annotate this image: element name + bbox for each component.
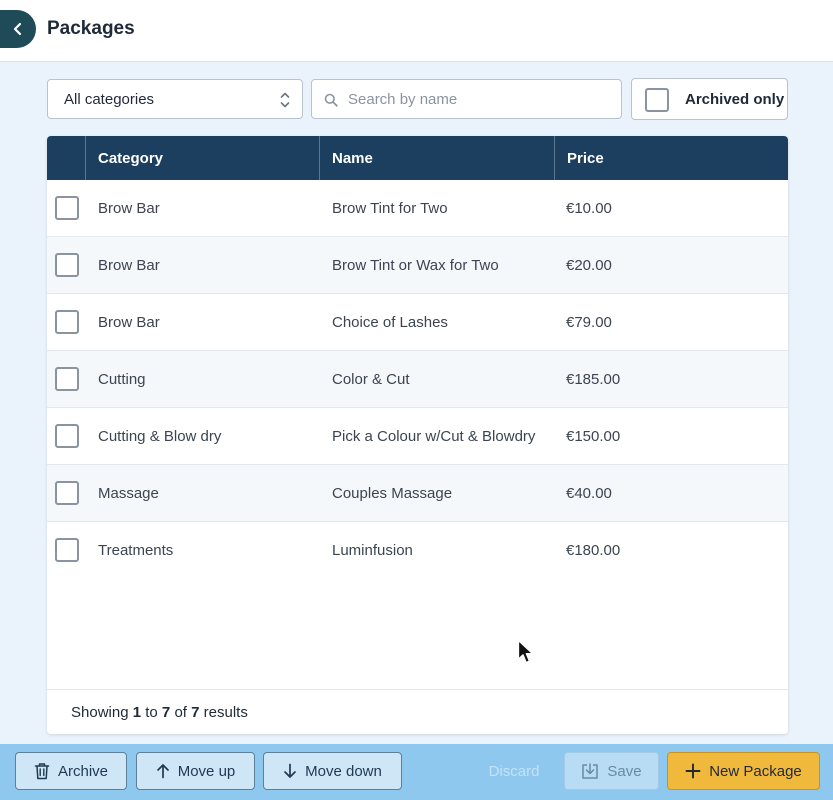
table-row[interactable]: Cutting Color & Cut €185.00	[47, 351, 788, 408]
archived-only-checkbox[interactable]	[645, 88, 669, 112]
row-checkbox[interactable]	[55, 310, 79, 334]
archived-only-label: Archived only	[685, 91, 785, 108]
save-button-label: Save	[607, 762, 642, 780]
row-checkbox[interactable]	[55, 367, 79, 391]
arrow-up-icon	[156, 764, 169, 779]
cell-name: Couples Massage	[332, 484, 453, 502]
cell-category: Cutting	[98, 370, 146, 388]
mouse-cursor-icon	[517, 639, 534, 664]
table-body: Brow Bar Brow Tint for Two €10.00 Brow B…	[47, 180, 788, 579]
cell-price: €180.00	[566, 541, 621, 559]
select-arrows-icon	[280, 92, 290, 108]
cell-name: Choice of Lashes	[332, 313, 448, 331]
table-row[interactable]: Treatments Luminfusion €180.00	[47, 522, 788, 579]
move-down-button[interactable]: Move down	[263, 752, 402, 790]
cell-price: €10.00	[566, 199, 612, 217]
cell-name: Luminfusion	[332, 541, 413, 559]
cell-name: Color & Cut	[332, 370, 410, 388]
row-checkbox[interactable]	[55, 196, 79, 220]
cell-price: €185.00	[566, 370, 621, 388]
results-from: 1	[132, 703, 142, 721]
cell-price: €40.00	[566, 484, 612, 502]
cell-category: Cutting & Blow dry	[98, 427, 222, 445]
cell-category: Massage	[98, 484, 159, 502]
table-row[interactable]: Massage Couples Massage €40.00	[47, 465, 788, 522]
archive-button-label: Archive	[57, 762, 109, 780]
table-header: Category Name Price	[47, 136, 788, 180]
new-package-button-label: New Package	[709, 762, 802, 780]
cell-category: Brow Bar	[98, 256, 160, 274]
table-row[interactable]: Brow Bar Brow Tint or Wax for Two €20.00	[47, 237, 788, 294]
cell-name: Pick a Colour w/Cut & Blowdry	[332, 427, 536, 445]
column-header-price[interactable]: Price	[555, 136, 788, 180]
results-suffix: results	[203, 703, 248, 721]
column-header-name[interactable]: Name	[320, 136, 554, 180]
row-checkbox[interactable]	[55, 424, 79, 448]
cell-name: Brow Tint for Two	[332, 199, 448, 217]
cell-price: €79.00	[566, 313, 612, 331]
move-up-button-label: Move up	[177, 762, 236, 780]
search-input[interactable]	[348, 80, 616, 118]
results-total: 7	[191, 703, 200, 721]
results-to: 7	[161, 703, 171, 721]
category-select[interactable]: All categories	[47, 79, 303, 119]
results-of-word: of	[174, 703, 187, 721]
save-icon	[582, 762, 599, 779]
row-checkbox[interactable]	[55, 481, 79, 505]
cell-category: Treatments	[98, 541, 174, 559]
arrow-down-icon	[284, 763, 296, 778]
table-row[interactable]: Brow Bar Brow Tint for Two €10.00	[47, 180, 788, 237]
search-box	[311, 79, 622, 119]
move-down-button-label: Move down	[305, 762, 382, 780]
packages-table: Category Name Price Brow Bar Brow Tint f…	[47, 136, 788, 734]
results-summary: Showing 1 to 7 of 7 results	[47, 689, 788, 734]
table-row[interactable]: Brow Bar Choice of Lashes €79.00	[47, 294, 788, 351]
cell-price: €20.00	[566, 256, 612, 274]
results-to-word: to	[145, 703, 158, 721]
archived-only-toggle[interactable]: Archived only	[631, 78, 788, 120]
cell-price: €150.00	[566, 427, 621, 445]
action-bar: Archive Move up Move down Discard Save N…	[0, 744, 833, 800]
save-button[interactable]: Save	[564, 752, 659, 790]
page-header: Packages	[0, 0, 833, 62]
column-header-category[interactable]: Category	[86, 136, 319, 180]
cell-name: Brow Tint or Wax for Two	[332, 256, 499, 274]
page-title: Packages	[47, 18, 135, 39]
chevron-left-icon	[13, 22, 22, 36]
results-prefix: Showing	[71, 703, 129, 721]
trash-icon	[34, 763, 50, 780]
archive-button[interactable]: Archive	[15, 752, 127, 790]
new-package-button[interactable]: New Package	[667, 752, 820, 790]
category-select-value: All categories	[64, 90, 155, 108]
move-up-button[interactable]: Move up	[136, 752, 255, 790]
row-checkbox[interactable]	[55, 253, 79, 277]
back-button[interactable]	[0, 10, 36, 48]
search-icon	[324, 93, 338, 107]
discard-button[interactable]: Discard	[476, 752, 552, 790]
cell-category: Brow Bar	[98, 313, 160, 331]
plus-icon	[685, 763, 701, 779]
cell-category: Brow Bar	[98, 199, 160, 217]
table-row[interactable]: Cutting & Blow dry Pick a Colour w/Cut &…	[47, 408, 788, 465]
row-checkbox[interactable]	[55, 538, 79, 562]
